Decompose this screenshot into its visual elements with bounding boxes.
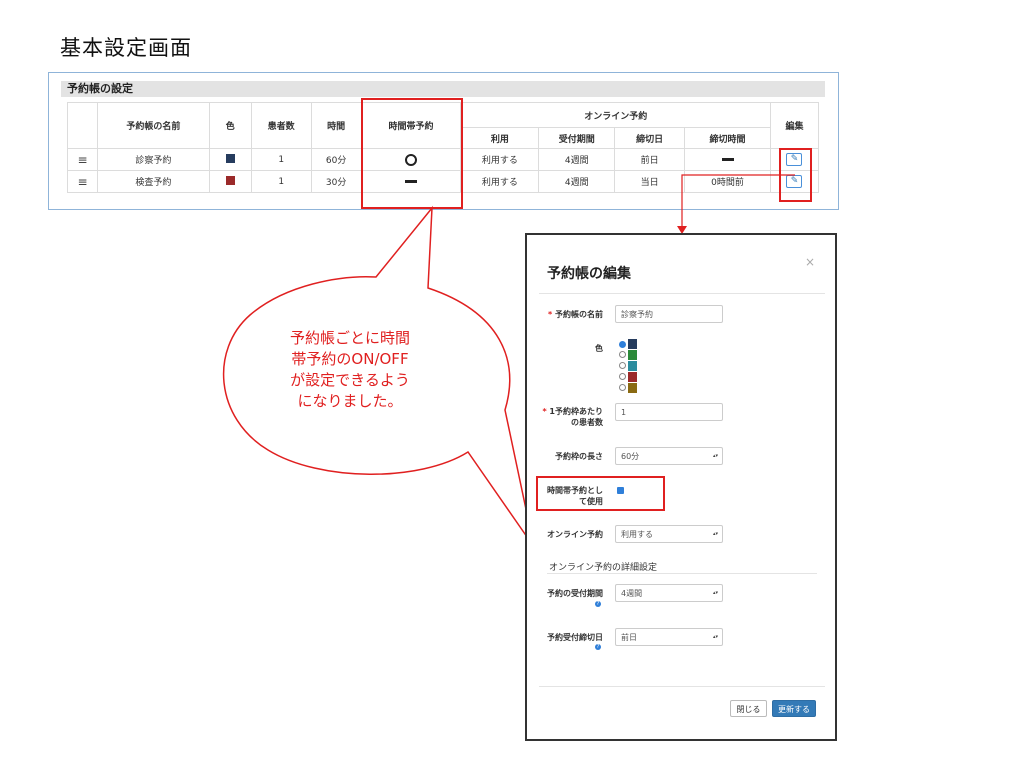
- color-radio[interactable]: [619, 373, 626, 380]
- color-swatch: [628, 339, 637, 349]
- color-swatch: [628, 372, 637, 382]
- color-radio[interactable]: [619, 351, 626, 358]
- divider: [539, 293, 825, 294]
- period-select[interactable]: 4週間: [615, 584, 723, 602]
- length-select[interactable]: 60分: [615, 447, 723, 465]
- close-icon[interactable]: ×: [805, 255, 815, 269]
- help-icon[interactable]: ?: [595, 644, 601, 650]
- patients-label: * 1予約枠あたり の患者数: [542, 407, 603, 427]
- length-label: 予約枠の長さ: [555, 452, 603, 461]
- name-input[interactable]: 診察予約: [615, 305, 723, 323]
- callout-line: が設定できるよう: [290, 371, 410, 389]
- deadline-label: 予約受付締切日: [547, 633, 603, 642]
- edit-reservation-book-modal: 予約帳の編集 × * 予約帳の名前 診察予約 色 * 1予約枠あたり の患者数 1…: [525, 233, 837, 741]
- online-select[interactable]: 利用する: [615, 525, 723, 543]
- color-swatch: [628, 361, 637, 371]
- online-label: オンライン予約: [547, 530, 603, 539]
- divider: [547, 573, 817, 574]
- callout-line: 帯予約のON/OFF: [291, 350, 409, 368]
- deadline-select[interactable]: 前日: [615, 628, 723, 646]
- color-radio[interactable]: [619, 362, 626, 369]
- color-label: 色: [595, 344, 603, 353]
- callout-text: 予約帳ごとに時間 帯予約のON/OFF が設定できるよう になりました。: [240, 328, 460, 412]
- color-swatch: [628, 383, 637, 393]
- close-button[interactable]: 閉じる: [730, 700, 767, 717]
- update-button[interactable]: 更新する: [772, 700, 816, 717]
- arrow-line: [681, 174, 795, 228]
- detail-section-title: オンライン予約の詳細設定: [549, 563, 658, 573]
- color-radio[interactable]: [619, 384, 626, 391]
- color-radio[interactable]: [619, 341, 626, 348]
- annotation-overlay: [222, 174, 795, 548]
- timeslot-highlight: [536, 476, 665, 511]
- color-swatch: [628, 350, 637, 360]
- period-label: 予約の受付期間: [547, 589, 603, 598]
- callout-line: になりました。: [297, 392, 403, 410]
- divider: [539, 686, 825, 687]
- patients-input[interactable]: 1: [615, 403, 723, 421]
- help-icon[interactable]: ?: [595, 601, 601, 607]
- name-label: * 予約帳の名前: [548, 310, 603, 319]
- modal-title: 予約帳の編集: [547, 266, 631, 282]
- callout-line: 予約帳ごとに時間: [289, 329, 410, 347]
